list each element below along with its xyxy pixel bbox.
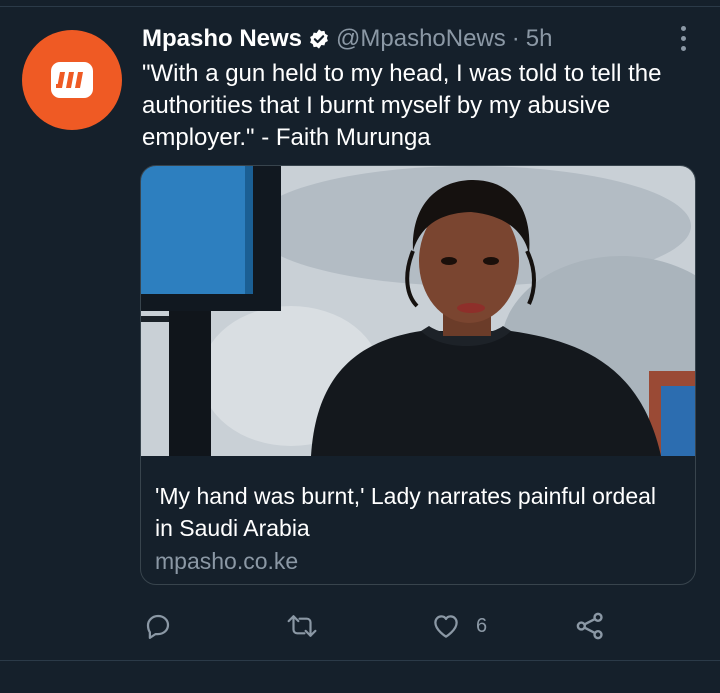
- tweet-header: Mpasho News @MpashoNews · 5h: [142, 24, 553, 54]
- tweet-actions: 6: [0, 608, 720, 644]
- link-card[interactable]: 'My hand was burnt,' Lady narrates painf…: [140, 165, 696, 585]
- retweet-button[interactable]: [285, 608, 319, 644]
- like-button[interactable]: 6: [430, 608, 487, 644]
- card-image: [141, 166, 695, 456]
- retweet-icon: [285, 611, 319, 641]
- card-body: 'My hand was burnt,' Lady narrates painf…: [141, 456, 695, 584]
- share-icon: [574, 610, 606, 642]
- tweet-text: "With a gun held to my head, I was told …: [142, 60, 662, 151]
- verified-badge-icon: [308, 28, 330, 50]
- card-domain: mpasho.co.ke: [155, 548, 299, 574]
- like-count: 6: [476, 614, 488, 637]
- heart-icon: [430, 611, 462, 641]
- handle[interactable]: @MpashoNews: [336, 25, 506, 53]
- divider-top: [0, 6, 720, 7]
- reply-button[interactable]: [143, 608, 173, 644]
- divider-bottom: [0, 660, 720, 661]
- avatar[interactable]: [22, 30, 122, 130]
- separator-dot: ·: [511, 25, 520, 52]
- display-name[interactable]: Mpasho News: [142, 25, 302, 53]
- share-button[interactable]: [574, 608, 606, 644]
- mpasho-logo-icon: [51, 62, 93, 98]
- reply-icon: [143, 611, 173, 641]
- tweet-screen: Mpasho News @MpashoNews · 5h "With a gun…: [0, 0, 720, 693]
- more-options-icon[interactable]: [670, 24, 696, 52]
- timestamp[interactable]: 5h: [526, 25, 553, 53]
- card-title: 'My hand was burnt,' Lady narrates painf…: [155, 483, 657, 541]
